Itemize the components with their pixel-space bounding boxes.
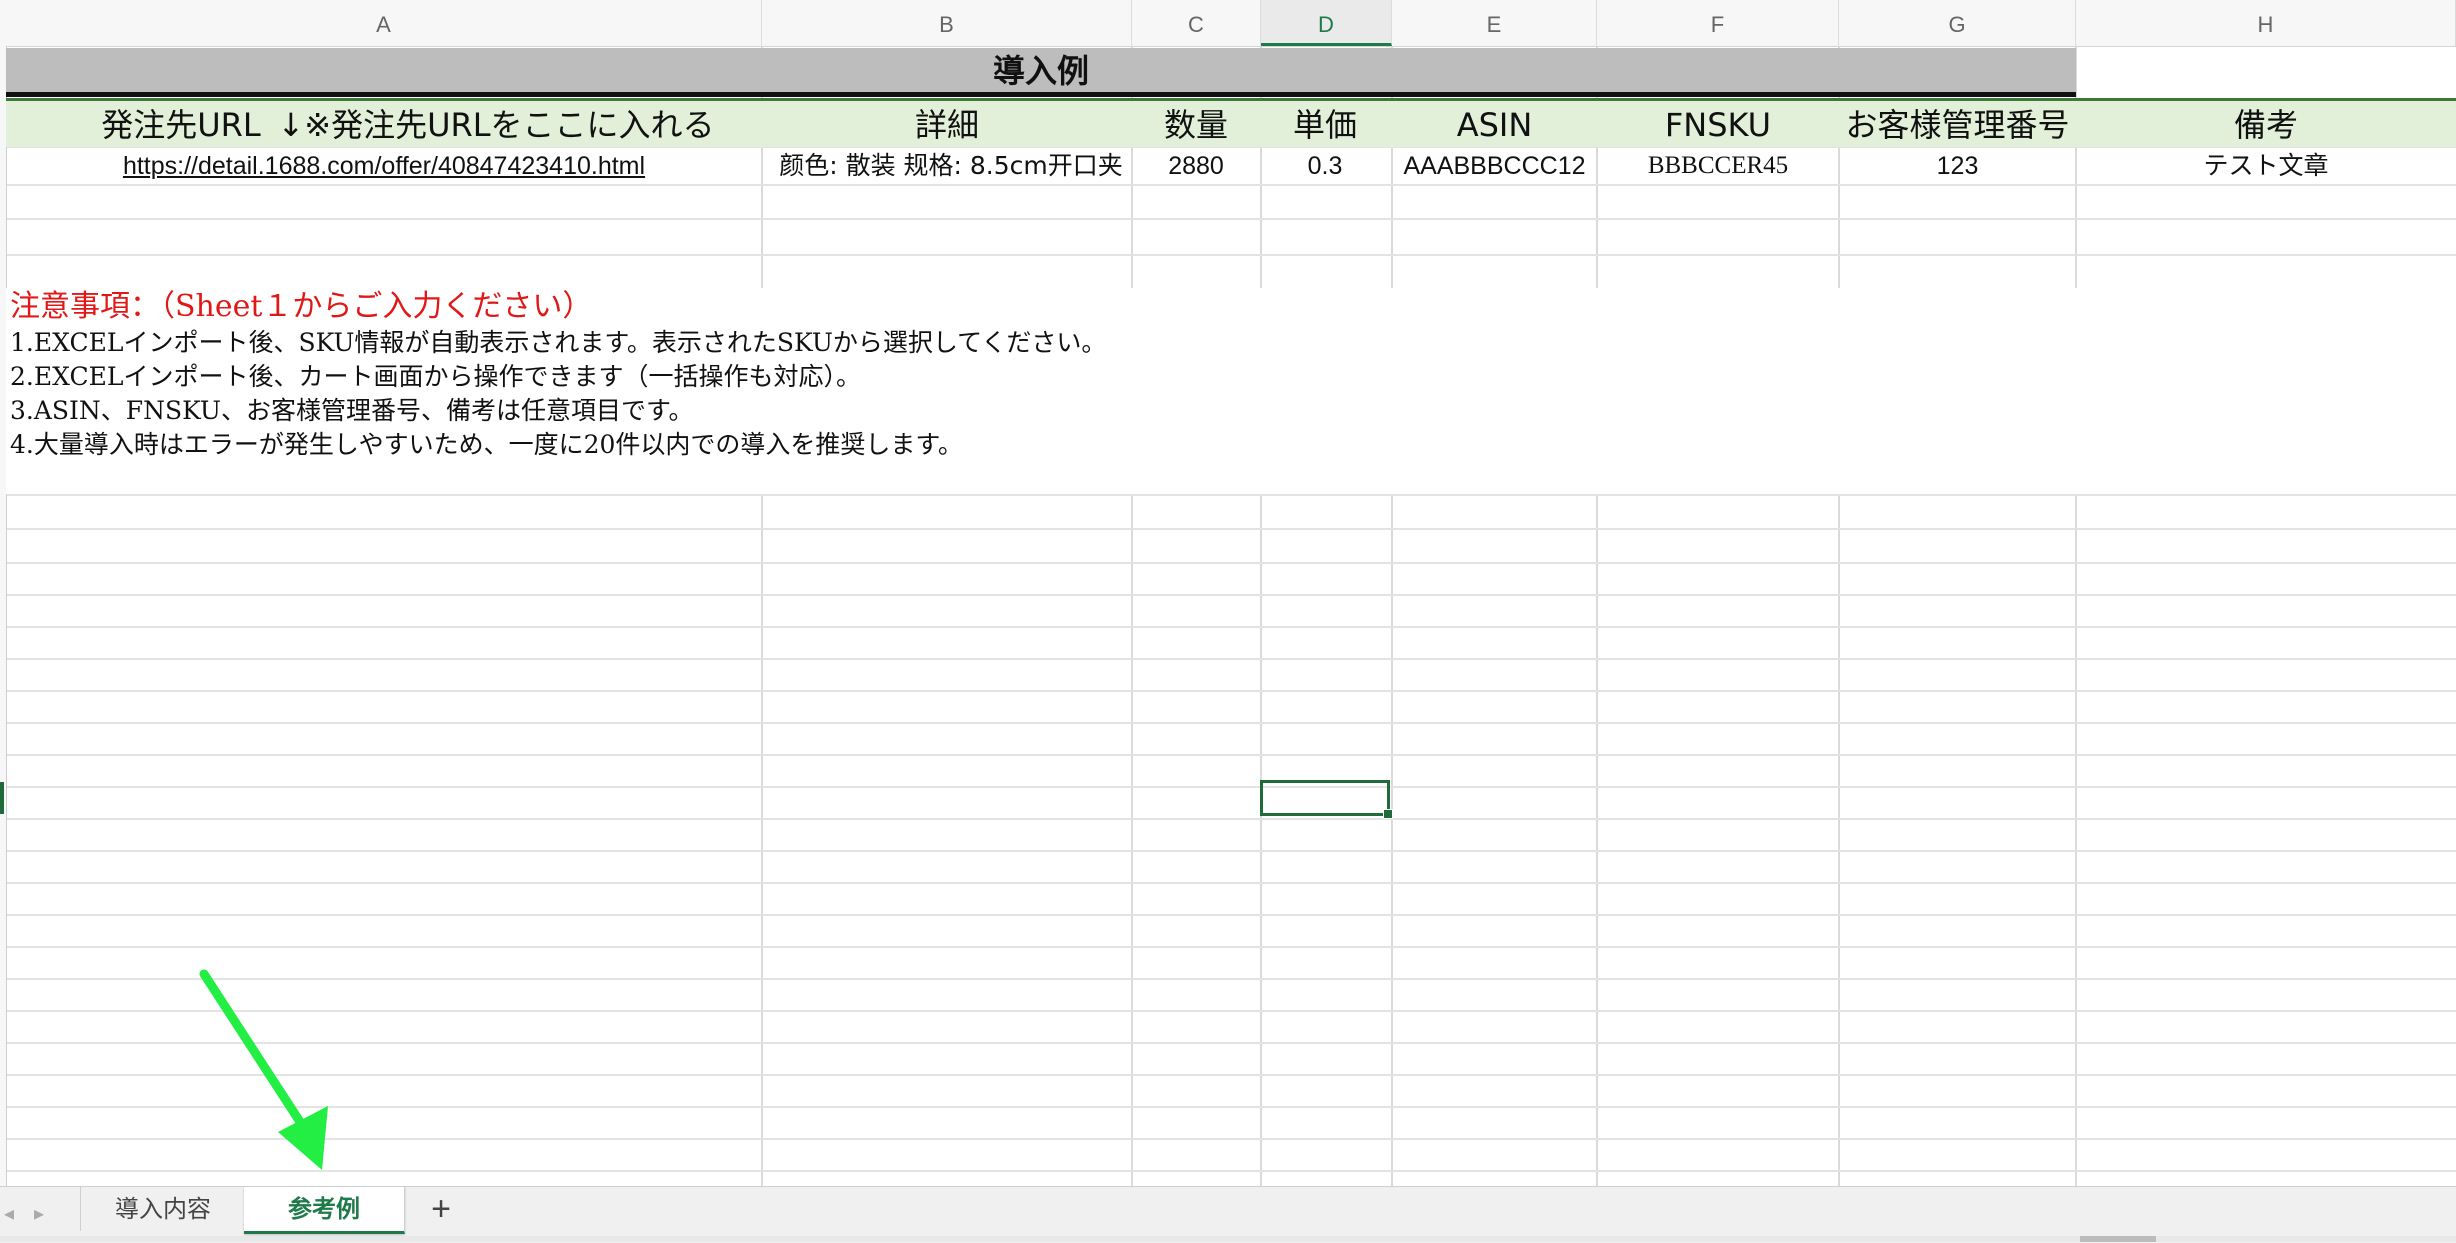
scrollbar-thumb[interactable] — [2080, 1236, 2156, 1242]
prev-sheet-icon[interactable]: ◂ — [4, 1201, 14, 1226]
sheet-tab-bar: ◂ ▸ 導入内容 参考例 + — [0, 1186, 2456, 1243]
horizontal-scrollbar[interactable] — [0, 1236, 2456, 1242]
add-sheet-button[interactable]: + — [424, 1191, 458, 1227]
tab-reference-example[interactable]: 参考例 — [244, 1187, 405, 1234]
green-arrow-icon — [199, 969, 328, 1170]
tab-import-content[interactable]: 導入内容 — [80, 1187, 246, 1231]
next-sheet-icon[interactable]: ▸ — [34, 1201, 44, 1226]
